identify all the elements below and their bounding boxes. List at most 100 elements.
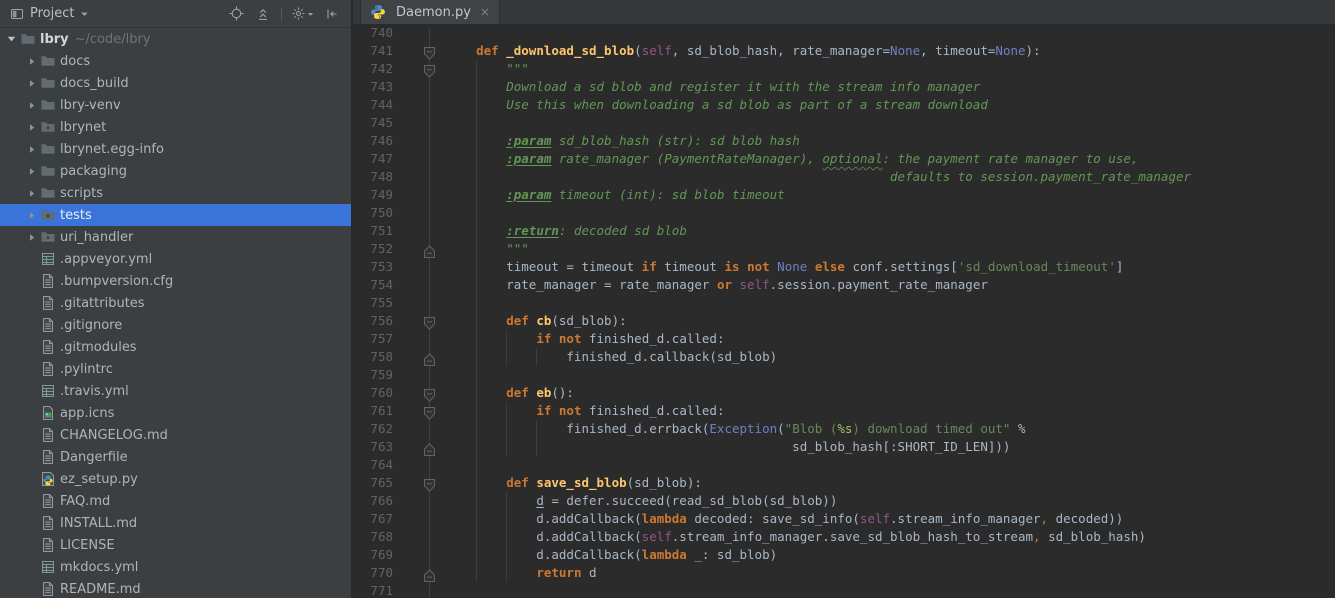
fold-start-icon[interactable]: [424, 315, 435, 328]
code-line-742[interactable]: """: [446, 60, 1335, 78]
code-line-761[interactable]: if not finished_d.called:: [446, 402, 1335, 420]
project-view-icon[interactable]: [8, 5, 26, 23]
tree-item-lbry-venv[interactable]: lbry-venv: [0, 94, 351, 116]
code-line-752[interactable]: """: [446, 240, 1335, 258]
line-number: 741: [353, 42, 393, 60]
code-line-764[interactable]: [446, 456, 1335, 474]
code-line-771[interactable]: [446, 582, 1335, 598]
code-line-748[interactable]: defaults to session.payment_rate_manager: [446, 168, 1335, 186]
code-line-741[interactable]: def _download_sd_blob(self, sd_blob_hash…: [446, 42, 1335, 60]
code-line-759[interactable]: [446, 366, 1335, 384]
tree-item-license[interactable]: LICENSE: [0, 534, 351, 556]
tree-item-dangerfile[interactable]: Dangerfile: [0, 446, 351, 468]
tree-item-appveyor-yml[interactable]: .appveyor.yml: [0, 248, 351, 270]
code-line-767[interactable]: d.addCallback(lambda decoded: save_sd_in…: [446, 510, 1335, 528]
fold-start-icon[interactable]: [424, 45, 435, 58]
tree-item-lbrynet[interactable]: lbrynet: [0, 116, 351, 138]
tree-arrow-collapsed-icon[interactable]: [23, 145, 40, 154]
tree-arrow-collapsed-icon[interactable]: [23, 79, 40, 88]
line-number: 769: [353, 546, 393, 564]
tree-arrow-collapsed-icon[interactable]: [23, 123, 40, 132]
tree-item-travis-yml[interactable]: .travis.yml: [0, 380, 351, 402]
tree-item-install-md[interactable]: INSTALL.md: [0, 512, 351, 534]
tree-arrow-collapsed-icon[interactable]: [23, 189, 40, 198]
tree-item-scripts[interactable]: scripts: [0, 182, 351, 204]
tree-item-readme-md[interactable]: README.md: [0, 578, 351, 598]
code-token: def: [446, 385, 536, 400]
fold-end-icon[interactable]: [424, 567, 435, 580]
code-line-745[interactable]: [446, 114, 1335, 132]
tree-arrow-collapsed-icon[interactable]: [23, 57, 40, 66]
code-line-753[interactable]: timeout = timeout if timeout is not None…: [446, 258, 1335, 276]
tree-item-uri-handler[interactable]: uri_handler: [0, 226, 351, 248]
tree-arrow-collapsed-icon[interactable]: [23, 211, 40, 220]
fold-end-icon[interactable]: [424, 441, 435, 454]
project-panel-title[interactable]: Project: [30, 6, 74, 21]
locate-icon[interactable]: [227, 5, 245, 23]
tab-daemon-py[interactable]: Daemon.py ×: [360, 0, 500, 24]
code-line-762[interactable]: finished_d.errback(Exception("Blob (%s) …: [446, 420, 1335, 438]
code-line-755[interactable]: [446, 294, 1335, 312]
tree-item-gitmodules[interactable]: .gitmodules: [0, 336, 351, 358]
code-token: lambda: [642, 511, 687, 526]
tree-item-app-icns[interactable]: app.icns: [0, 402, 351, 424]
tree-arrow-collapsed-icon[interactable]: [23, 233, 40, 242]
code-line-766[interactable]: d = defer.succeed(read_sd_blob(sd_blob)): [446, 492, 1335, 510]
fold-end-icon[interactable]: [424, 351, 435, 364]
tree-item-gitattributes[interactable]: .gitattributes: [0, 292, 351, 314]
tree-item-bumpversion-cfg[interactable]: .bumpversion.cfg: [0, 270, 351, 292]
code-line-754[interactable]: rate_manager = rate_manager or self.sess…: [446, 276, 1335, 294]
tree-item-lbrynet-egg-info[interactable]: lbrynet.egg-info: [0, 138, 351, 160]
code-area[interactable]: def _download_sd_blob(self, sd_blob_hash…: [446, 28, 1335, 598]
code-line-744[interactable]: Use this when downloading a sd blob as p…: [446, 96, 1335, 114]
tree-item-faq-md[interactable]: FAQ.md: [0, 490, 351, 512]
close-icon[interactable]: ×: [480, 5, 490, 19]
code-line-758[interactable]: finished_d.callback(sd_blob): [446, 348, 1335, 366]
tree-arrow-collapsed-icon[interactable]: [23, 101, 40, 110]
code-line-746[interactable]: :param sd_blob_hash (str): sd blob hash: [446, 132, 1335, 150]
code-line-768[interactable]: d.addCallback(self.stream_info_manager.s…: [446, 528, 1335, 546]
code-line-756[interactable]: def cb(sd_blob):: [446, 312, 1335, 330]
tree-item-mkdocs-yml[interactable]: mkdocs.yml: [0, 556, 351, 578]
code-line-763[interactable]: sd_blob_hash[:SHORT_ID_LEN])): [446, 438, 1335, 456]
code-token: save_sd_blob: [536, 475, 626, 490]
code-line-769[interactable]: d.addCallback(lambda _: sd_blob): [446, 546, 1335, 564]
hide-panel-icon[interactable]: [323, 5, 341, 23]
tree-arrow-expanded-icon[interactable]: [3, 35, 20, 43]
code-line-765[interactable]: def save_sd_blob(sd_blob):: [446, 474, 1335, 492]
code-token: , timeout=: [920, 43, 995, 58]
tree-item-packaging[interactable]: packaging: [0, 160, 351, 182]
editor-gutter[interactable]: 7407417427437447457467477487497507517527…: [353, 28, 446, 598]
fold-end-icon[interactable]: [424, 243, 435, 256]
tree-item-changelog-md[interactable]: CHANGELOG.md: [0, 424, 351, 446]
tree-item-gitignore[interactable]: .gitignore: [0, 314, 351, 336]
caret-down-icon[interactable]: [80, 10, 89, 18]
code-line-743[interactable]: Download a sd blob and register it with …: [446, 78, 1335, 96]
collapse-all-icon[interactable]: [254, 5, 272, 23]
fold-start-icon[interactable]: [424, 477, 435, 490]
code-token: .session.payment_rate_manager: [770, 277, 988, 292]
code-line-760[interactable]: def eb():: [446, 384, 1335, 402]
line-number: 756: [353, 312, 393, 330]
tree-item-path: ~/code/lbry: [75, 32, 151, 47]
code-line-749[interactable]: :param timeout (int): sd blob timeout: [446, 186, 1335, 204]
code-line-740[interactable]: [446, 28, 1335, 42]
tree-arrow-collapsed-icon[interactable]: [23, 167, 40, 176]
tree-item-tests[interactable]: tests: [0, 204, 351, 226]
line-number: 762: [353, 420, 393, 438]
fold-start-icon[interactable]: [424, 387, 435, 400]
tree-item-pylintrc[interactable]: .pylintrc: [0, 358, 351, 380]
code-line-757[interactable]: if not finished_d.called:: [446, 330, 1335, 348]
tree-item-docs-build[interactable]: docs_build: [0, 72, 351, 94]
settings-icon[interactable]: [291, 6, 314, 21]
code-line-747[interactable]: :param rate_manager (PaymentRateManager)…: [446, 150, 1335, 168]
code-line-770[interactable]: return d: [446, 564, 1335, 582]
tree-item-lbry[interactable]: lbry~/code/lbry: [0, 28, 351, 50]
code-line-751[interactable]: :return: decoded sd blob: [446, 222, 1335, 240]
fold-start-icon[interactable]: [424, 63, 435, 76]
tree-item-ez-setup-py[interactable]: ez_setup.py: [0, 468, 351, 490]
tree-item-docs[interactable]: docs: [0, 50, 351, 72]
fold-start-icon[interactable]: [424, 405, 435, 418]
code-line-750[interactable]: [446, 204, 1335, 222]
code-token: sd_blob_hash): [1041, 529, 1146, 544]
